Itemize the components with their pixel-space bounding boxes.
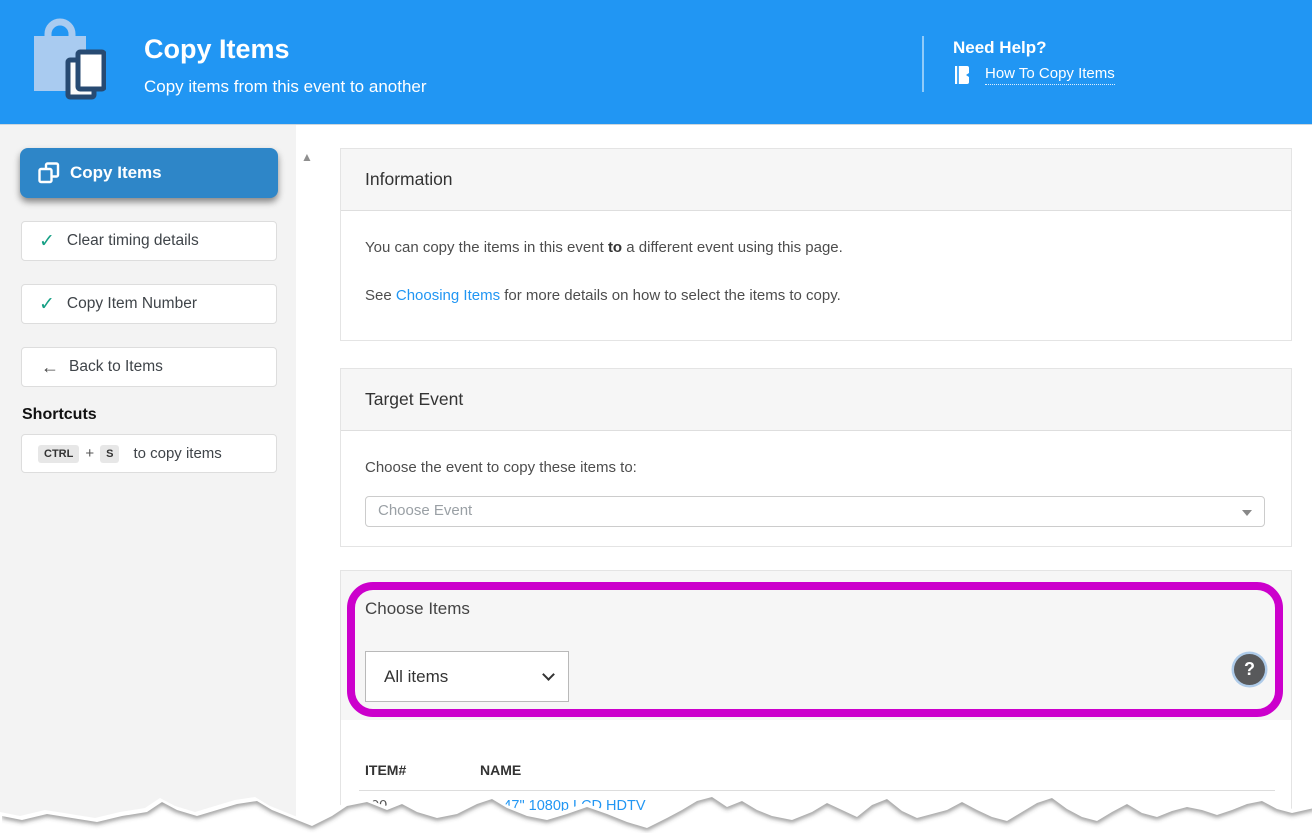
- choose-event-select[interactable]: Choose Event: [365, 496, 1265, 527]
- sidebar-item-label: Copy Items: [70, 163, 162, 183]
- target-event-label: Choose the event to copy these items to:: [365, 457, 1267, 479]
- book-icon: [953, 66, 969, 84]
- item-name-cell: LG 47" 1080p LCD HDTV: [480, 798, 646, 814]
- page-title: Copy Items: [144, 34, 290, 65]
- item-number-cell: 00: [371, 798, 387, 814]
- back-label: Back to Items: [69, 358, 163, 376]
- page-subtitle: Copy items from this event to another: [144, 77, 427, 97]
- target-event-panel: Target Event Choose the event to copy th…: [340, 368, 1292, 547]
- shopping-bag-copy-icon: [34, 12, 106, 108]
- left-arrow-icon: ←: [41, 357, 59, 378]
- copy-items-page: Copy Items Copy items from this event to…: [0, 0, 1312, 833]
- information-panel: Information You can copy the items in th…: [340, 148, 1292, 341]
- chevron-down-icon: [542, 668, 555, 681]
- column-header-item-number: ITEM#: [365, 762, 406, 778]
- how-to-copy-items-link[interactable]: How To Copy Items: [985, 65, 1115, 85]
- option-label: Copy Item Number: [67, 295, 197, 313]
- shortcuts-heading: Shortcuts: [22, 406, 97, 424]
- kbd-ctrl: CTRL: [38, 445, 79, 463]
- information-panel-title: Information: [341, 149, 1291, 211]
- check-icon: ✓: [39, 230, 55, 253]
- check-icon: ✓: [39, 293, 55, 316]
- help-icon[interactable]: ?: [1234, 654, 1265, 685]
- sidebar-option-clear-timing[interactable]: ✓ Clear timing details: [21, 221, 277, 261]
- items-filter-value: All items: [384, 667, 448, 687]
- sidebar: Copy Items ✓ Clear timing details ✓ Copy…: [0, 125, 296, 833]
- shortcut-card: CTRL + S to copy items: [21, 434, 277, 473]
- sidebar-scrollbar: ▲: [296, 125, 318, 833]
- option-label: Clear timing details: [67, 232, 199, 250]
- copy-icon: [38, 162, 60, 184]
- page-header: Copy Items Copy items from this event to…: [0, 0, 1312, 125]
- choosing-items-link[interactable]: Choosing Items: [396, 287, 500, 304]
- items-table: ITEM# NAME 00 LG 47" 1080p LCD HDTV: [340, 720, 1292, 833]
- sidebar-item-copy-items[interactable]: Copy Items: [20, 148, 278, 198]
- choose-event-placeholder: Choose Event: [378, 500, 472, 522]
- dropdown-caret-icon: [1242, 510, 1252, 516]
- column-header-name: NAME: [480, 762, 521, 778]
- shortcut-text: to copy items: [133, 445, 221, 462]
- header-divider: [922, 36, 924, 92]
- choose-items-title: Choose Items: [365, 599, 470, 619]
- need-help-heading: Need Help?: [953, 38, 1047, 58]
- info-paragraph-2: See Choosing Items for more details on h…: [365, 285, 1267, 307]
- item-name-link[interactable]: LG 47" 1080p LCD HDTV: [480, 798, 646, 814]
- back-to-items-button[interactable]: ← Back to Items: [21, 347, 277, 387]
- table-header-divider: [359, 790, 1275, 791]
- sidebar-option-copy-item-number[interactable]: ✓ Copy Item Number: [21, 284, 277, 324]
- plus-sign: +: [85, 445, 94, 462]
- target-event-panel-title: Target Event: [341, 369, 1291, 431]
- info-paragraph-1: You can copy the items in this event to …: [365, 237, 1267, 259]
- scroll-up-icon[interactable]: ▲: [301, 150, 313, 164]
- choose-items-panel: Choose Items All items ?: [340, 570, 1292, 720]
- kbd-s: S: [100, 445, 119, 463]
- items-filter-select[interactable]: All items: [365, 651, 569, 702]
